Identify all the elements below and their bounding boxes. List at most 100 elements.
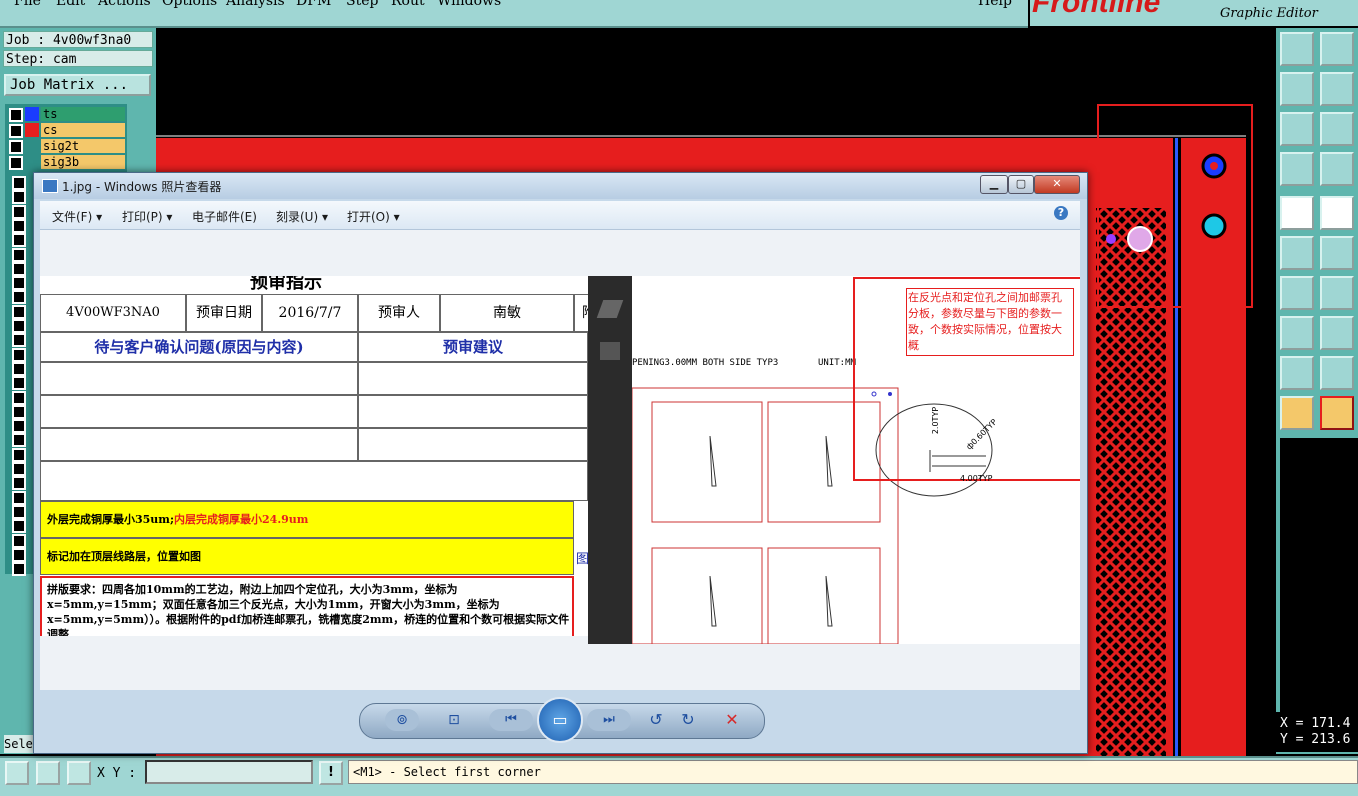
layer-checkbox[interactable] <box>12 390 26 405</box>
menu-burn-zh[interactable]: 刻录(U) ▾ <box>276 208 328 225</box>
menu-help[interactable]: Help <box>978 0 1012 9</box>
menu-rout[interactable]: Rout <box>391 0 425 9</box>
layer-checkbox[interactable] <box>12 447 26 462</box>
trace-tool-icon[interactable] <box>1320 316 1354 350</box>
layer-checkbox[interactable] <box>12 276 26 291</box>
layer-checkbox[interactable] <box>12 190 26 205</box>
menu-windows[interactable]: Windows <box>437 0 501 9</box>
rotate-right-icon[interactable]: ↻ <box>677 709 699 731</box>
layer-checkbox[interactable] <box>12 562 26 577</box>
detail-label-1: 2.0TYP <box>931 406 941 435</box>
layer-checkbox[interactable] <box>12 462 26 476</box>
layer-checkbox[interactable] <box>12 519 26 534</box>
triangle-alt-icon[interactable] <box>1320 356 1354 390</box>
layer-row[interactable]: sig2t <box>7 139 127 154</box>
actual-size-icon[interactable]: ⊡ <box>443 709 465 731</box>
layer-checkbox[interactable] <box>12 204 26 219</box>
close-button[interactable]: ✕ <box>1034 175 1080 194</box>
rotate-left-icon[interactable]: ↺ <box>645 709 667 731</box>
menu-dfm[interactable]: DFM <box>296 0 331 9</box>
delete-icon[interactable]: ✕ <box>721 709 743 731</box>
job-matrix-button[interactable]: Job Matrix ... <box>4 74 151 96</box>
previous-icon[interactable]: ⏮ <box>489 709 533 731</box>
layer-checkbox[interactable] <box>12 490 26 505</box>
triangle-tool-icon[interactable] <box>1280 356 1314 390</box>
zoom-home-icon[interactable] <box>1320 112 1354 146</box>
line-tool-icon[interactable] <box>1320 276 1354 310</box>
alert-icon[interactable]: ! <box>319 761 343 785</box>
polygon-tool-icon[interactable] <box>1320 196 1354 230</box>
layer-row[interactable]: cs <box>7 123 127 138</box>
fit-screen-icon[interactable] <box>1280 112 1314 146</box>
xy-input[interactable] <box>145 760 313 784</box>
layer-checkbox[interactable] <box>12 361 26 376</box>
net-tool-icon[interactable] <box>1280 236 1314 270</box>
notes-highlight <box>40 576 574 636</box>
window-title: 1.jpg - Windows 照片查看器 <box>62 180 222 194</box>
pad-tool-icon[interactable] <box>1280 316 1314 350</box>
mini-map[interactable] <box>1280 438 1358 734</box>
layer-checkbox[interactable] <box>12 319 26 333</box>
next-icon[interactable]: ⏭ <box>587 709 631 731</box>
layer-checkbox[interactable] <box>12 247 26 262</box>
layer-checkbox[interactable] <box>12 261 26 276</box>
layer-row[interactable]: sig3b <box>7 155 127 170</box>
select-area-icon[interactable] <box>1280 196 1314 230</box>
layer-checkbox[interactable] <box>12 433 26 448</box>
doc-job-cell: 4V00WF3NA0 <box>40 294 186 332</box>
layer-row[interactable]: ts <box>7 107 127 122</box>
layer-checkbox[interactable] <box>12 233 26 248</box>
layer-checkbox[interactable] <box>12 419 26 434</box>
menu-analysis[interactable]: Analysis <box>226 0 285 9</box>
zoom-icon[interactable]: ⊚ <box>385 709 419 731</box>
layer-checkbox[interactable] <box>12 376 26 391</box>
layer-checkbox[interactable] <box>9 156 23 170</box>
doc-date-label: 预审日期 <box>186 294 262 332</box>
layer-name: cs <box>41 123 125 137</box>
minimize-button[interactable]: ▁ <box>980 175 1008 194</box>
menu-email-zh[interactable]: 电子邮件(E) <box>192 208 257 225</box>
help-icon[interactable]: ? <box>1054 206 1068 220</box>
layer-checkbox[interactable] <box>12 533 26 548</box>
move-left-icon[interactable] <box>1280 72 1314 106</box>
layer-checkbox[interactable] <box>12 547 26 562</box>
menu-step[interactable]: Step <box>346 0 378 9</box>
editor-title: Graphic Editor <box>1220 6 1318 21</box>
layer-checkbox[interactable] <box>12 218 26 233</box>
layer-checkbox[interactable] <box>9 108 23 122</box>
layer-checkbox[interactable] <box>12 333 26 348</box>
maximize-button[interactable]: ▢ <box>1008 175 1034 194</box>
pointer-select-icon[interactable] <box>1320 396 1354 430</box>
zoom-fit-icon[interactable] <box>5 761 29 785</box>
layer-checkbox[interactable] <box>9 124 23 138</box>
menu-actions[interactable]: Actions <box>98 0 151 9</box>
pointer-icon[interactable] <box>1280 396 1314 430</box>
layer-checkbox[interactable] <box>12 504 26 519</box>
move-down-icon[interactable] <box>1320 32 1354 66</box>
menu-options[interactable]: Options <box>162 0 217 9</box>
menu-file[interactable]: File <box>14 0 41 9</box>
layer-checkbox[interactable] <box>12 304 26 319</box>
angle-tool-icon[interactable] <box>1280 276 1314 310</box>
layer-checkbox[interactable] <box>12 176 26 190</box>
layer-checkbox[interactable] <box>12 404 26 419</box>
layer-checkbox[interactable] <box>12 290 26 305</box>
drawing-annotation: 在反光点和定位孔之间加邮票孔分板，参数尽量与下图的参数一致，个数按实际情况，位置… <box>906 288 1074 356</box>
layer-checkbox[interactable] <box>9 140 23 154</box>
grid-angle-icon[interactable] <box>36 761 60 785</box>
menu-edit[interactable]: Edit <box>56 0 85 9</box>
layer-checkbox[interactable] <box>12 476 26 491</box>
photo-viewer-window[interactable]: 1.jpg - Windows 照片查看器 ▁ ▢ ✕ 文件(F) ▾ 打印(P… <box>33 172 1088 754</box>
move-right-icon[interactable] <box>1320 72 1354 106</box>
layer-checkbox[interactable] <box>12 347 26 362</box>
snap-tool-icon[interactable] <box>1320 152 1354 186</box>
grid-icon[interactable] <box>67 761 91 785</box>
menu-open-zh[interactable]: 打开(O) ▾ <box>347 208 400 225</box>
viewer-titlebar[interactable]: 1.jpg - Windows 照片查看器 ▁ ▢ ✕ <box>34 173 1087 199</box>
menu-print-zh[interactable]: 打印(P) ▾ <box>122 208 172 225</box>
move-up-icon[interactable] <box>1280 32 1314 66</box>
measure-tool-icon[interactable] <box>1280 152 1314 186</box>
menu-file-zh[interactable]: 文件(F) ▾ <box>52 208 102 225</box>
delete-net-icon[interactable] <box>1320 236 1354 270</box>
slideshow-icon[interactable]: ▭ <box>537 697 583 743</box>
